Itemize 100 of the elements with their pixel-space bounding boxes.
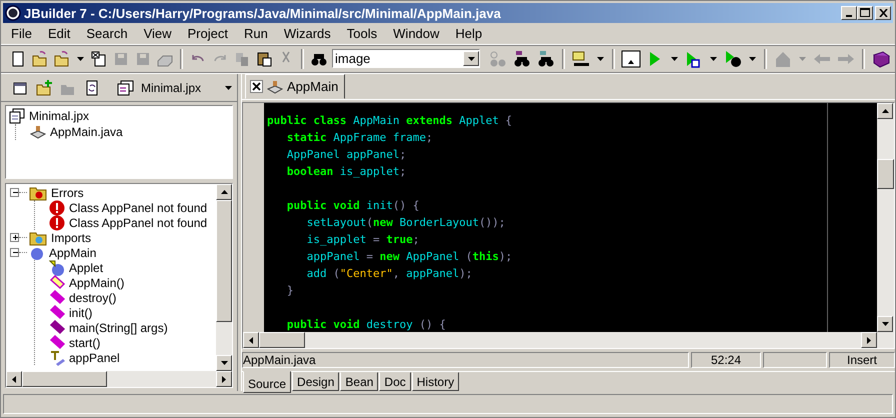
method-icon [49,274,65,290]
error-folder-icon [29,184,47,200]
vertical-scrollbar[interactable] [216,184,232,371]
view-tab[interactable]: Source [243,371,292,393]
left-arrow-icon [12,376,16,382]
menu-item[interactable]: Project [182,26,234,41]
expander-toggle[interactable] [10,188,19,197]
error-icon [49,214,65,230]
code-line: static AppFrame frame; [286,131,433,144]
project-icon [117,80,135,96]
class-icon [49,260,65,276]
menu-item[interactable]: Run [238,26,274,41]
tree-item[interactable]: Minimal.jpx [27,109,92,123]
method-icon [49,290,65,306]
code-line: setLayout(new BorderLayout()); [306,216,506,229]
code-line: } [286,284,294,297]
package-folder-icon [29,230,47,246]
status-field [763,352,827,368]
vertical-scrollbar[interactable] [877,103,894,332]
code-line: public void destroy () { [286,318,446,331]
menu-item[interactable]: Edit [42,26,76,41]
caret-icon[interactable] [710,56,717,60]
close-file-icon[interactable] [90,50,108,68]
status-file-name: AppMain.java [242,352,689,368]
reopen-folder-icon[interactable] [53,50,71,68]
maximize-icon [860,8,870,17]
tree-item[interactable]: appPanel [67,350,122,364]
java-file-icon [30,124,46,140]
menu-item[interactable]: Help [449,26,488,41]
menu-item[interactable]: Tools [340,26,384,41]
right-arrow-icon [222,376,226,382]
method-icon [49,334,65,350]
plus-icon [11,233,18,242]
menu-item[interactable]: Wizards [278,26,337,41]
code-editor[interactable] [264,103,877,332]
scrollbar-thumb[interactable] [877,159,894,189]
tree-item[interactable]: AppMain [47,246,98,260]
scrollbar-thumb[interactable] [216,200,232,322]
tree-item[interactable]: Imports [49,230,94,244]
dropdown-arrow-icon [468,56,474,60]
caret-icon[interactable] [77,56,84,60]
horizontal-scrollbar[interactable] [243,332,894,348]
search-field[interactable]: image [332,49,480,68]
view-tab[interactable]: Bean [340,372,378,391]
tree-item[interactable]: Class AppPanel not found [67,216,210,230]
menu-item[interactable]: Window [387,26,446,41]
add-folder-icon[interactable] [35,78,53,96]
menu-item[interactable]: File [5,26,38,41]
minimize-button[interactable] [841,6,857,20]
expander-toggle[interactable] [10,248,19,257]
code-line: public class AppMain extends Applet { [267,114,512,127]
java-file-icon [267,78,283,94]
caret-icon[interactable] [749,56,756,60]
editor-tab[interactable]: AppMain [245,74,346,99]
view-tab[interactable]: Design [292,372,340,391]
tree-item[interactable]: Class AppPanel not found [67,200,210,214]
up-arrow-icon [220,190,228,194]
code-line: AppPanel appPanel; [286,148,406,161]
method-icon [49,320,65,336]
expander-toggle[interactable] [10,233,19,242]
code-line: boolean is_applet; [286,165,406,178]
cursor-position: 52:24 [691,352,761,368]
right-arrow-icon [867,336,871,344]
tree-item[interactable]: Applet [67,260,106,274]
tree-item[interactable]: AppMain.java [48,125,125,139]
view-tab[interactable]: History [412,372,460,391]
horizontal-scrollbar[interactable] [6,371,232,387]
code-line: appPanel = new AppPanel (this); [306,250,512,263]
scrollbar-thumb[interactable] [22,371,107,387]
left-arrow-icon [249,336,253,344]
method-icon [49,304,65,320]
tree-item[interactable]: AppMain() [67,276,126,290]
down-arrow-icon [882,322,888,326]
caret-icon [225,86,232,90]
code-line: is_applet = true; [306,233,420,246]
down-arrow-icon [220,361,228,365]
caret-icon[interactable] [671,56,678,60]
menu-item[interactable]: Search [80,26,134,41]
field-icon [49,350,65,366]
close-icon[interactable] [250,80,263,93]
tree-item[interactable]: start() [67,336,102,350]
close-icon [878,9,888,17]
app-icon [5,5,21,21]
paste-icon[interactable] [255,50,273,68]
tree-item[interactable]: main(String[] args) [67,320,170,334]
open-folder-icon[interactable] [31,50,49,68]
insert-mode: Insert [829,352,895,368]
scrollbar-thumb[interactable] [259,332,305,348]
tree-item[interactable]: destroy() [67,290,118,304]
tree-item[interactable]: init() [67,306,94,320]
code-line: public void init() { [286,199,420,212]
maximize-button[interactable] [857,6,873,20]
close-button[interactable] [875,6,891,20]
code-line: add ("Center", appPanel); [306,267,472,280]
caret-icon[interactable] [597,56,604,60]
tree-item[interactable]: Errors [49,186,86,200]
window-title: JBuilder 7 - C:/Users/Harry/Programs/Java/Minimal/src/Minimal/AppMain.java [24,6,502,20]
menu-item[interactable]: View [138,26,178,41]
view-tab[interactable]: Doc [379,372,411,391]
project-dropdown[interactable]: Minimal.jpx [113,78,236,98]
